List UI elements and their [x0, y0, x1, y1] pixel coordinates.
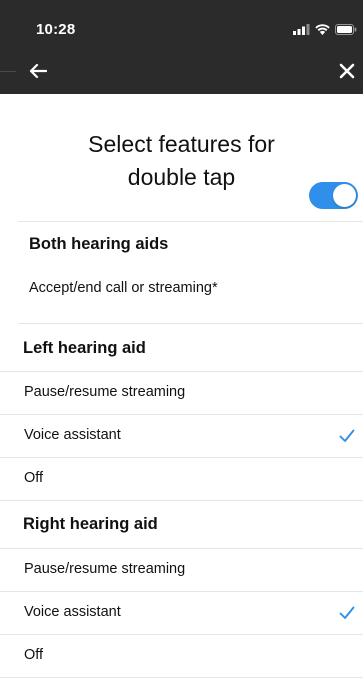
- toggle-label: Accept/end call or streaming*: [29, 280, 218, 296]
- content: Select features for double tap Both hear…: [0, 94, 363, 700]
- left-option-voice-assistant[interactable]: Voice assistant: [0, 415, 363, 457]
- option-label: Off: [24, 647, 44, 663]
- right-option-voice-assistant[interactable]: Voice assistant: [0, 592, 363, 634]
- right-option-pause[interactable]: Pause/resume streaming: [0, 549, 363, 591]
- nav-divider: [0, 71, 16, 72]
- section-header-left: Left hearing aid: [23, 339, 146, 357]
- option-label: Voice assistant: [24, 604, 121, 620]
- left-option-off[interactable]: Off: [0, 458, 363, 500]
- option-label: Pause/resume streaming: [24, 384, 186, 400]
- close-icon: [339, 63, 355, 79]
- page-title-line1: Select features for: [88, 131, 275, 157]
- nav-bar: [0, 56, 363, 94]
- arrow-left-icon: [29, 63, 47, 79]
- section-header-both: Both hearing aids: [29, 235, 169, 253]
- page-title: Select features for double tap: [0, 128, 363, 194]
- option-label: Voice assistant: [24, 427, 121, 443]
- close-button[interactable]: [335, 60, 359, 82]
- left-option-pause[interactable]: Pause/resume streaming: [0, 372, 363, 414]
- option-label: Off: [24, 470, 44, 486]
- option-label: Pause/resume streaming: [24, 561, 186, 577]
- toggle-knob: [333, 184, 356, 207]
- status-bar: 10:28: [0, 0, 363, 56]
- accept-end-call-toggle[interactable]: [309, 182, 358, 209]
- signal-icon: [293, 23, 310, 35]
- checkmark-icon: [339, 429, 355, 442]
- divider: [18, 221, 363, 222]
- wifi-icon: [315, 23, 330, 35]
- divider: [0, 677, 363, 678]
- page-title-line2: double tap: [127, 164, 236, 190]
- status-time: 10:28: [36, 21, 76, 38]
- battery-icon: [335, 23, 357, 35]
- right-option-off[interactable]: Off: [0, 635, 363, 677]
- checkmark-icon: [339, 606, 355, 619]
- divider: [18, 323, 363, 324]
- divider: [0, 500, 363, 501]
- section-header-right: Right hearing aid: [23, 515, 158, 533]
- status-icons: [293, 22, 357, 36]
- back-button[interactable]: [28, 60, 48, 82]
